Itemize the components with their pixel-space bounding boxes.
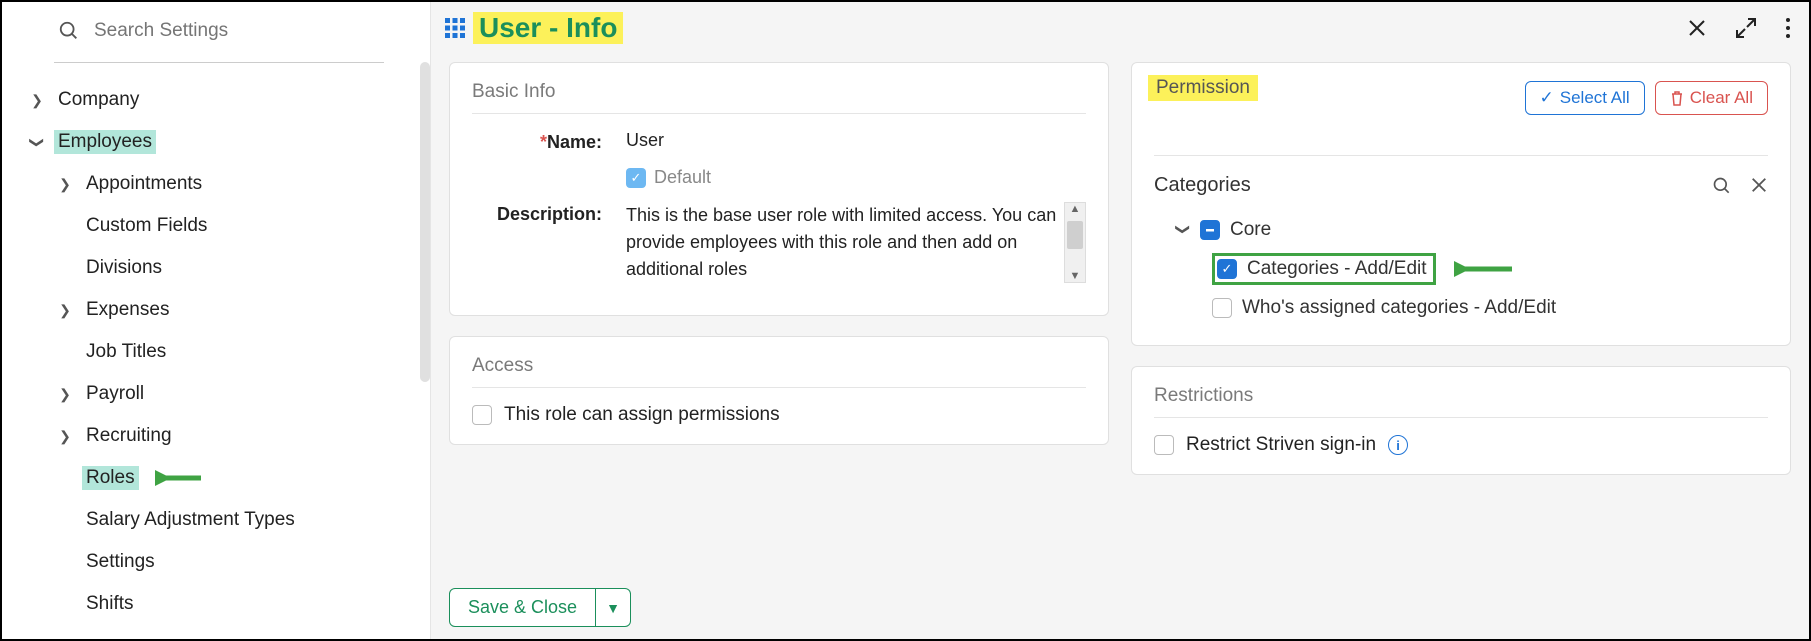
restrictions-card: Restrictions Restrict Striven sign-in i — [1131, 366, 1791, 475]
tree-label: Company — [54, 88, 143, 112]
description-value[interactable]: This is the base user role with limited … — [626, 202, 1058, 283]
card-title: Access — [472, 355, 1086, 377]
card-title: Basic Info — [472, 81, 1086, 103]
restrict-signin-checkbox[interactable] — [1154, 435, 1174, 455]
perm-close-icon[interactable] — [1750, 176, 1768, 196]
tree-salary-adj[interactable]: Salary Adjustment Types — [2, 499, 430, 541]
check-icon: ✓ — [1540, 88, 1554, 108]
save-dropdown-button[interactable]: ▼ — [596, 588, 631, 627]
annotation-arrow-icon — [1454, 259, 1514, 279]
chevron-right-icon: ❯ — [56, 302, 74, 319]
assign-perm-checkbox[interactable] — [472, 405, 492, 425]
chevron-right-icon: ❯ — [56, 386, 74, 403]
more-icon[interactable] — [1785, 17, 1791, 39]
tree-divisions[interactable]: Divisions — [2, 247, 430, 289]
perm-node-who-assigned[interactable]: Who's assigned categories - Add/Edit — [1212, 291, 1768, 325]
page-title: User - Info — [473, 12, 623, 44]
name-value[interactable]: User — [626, 130, 1086, 151]
tree-shifts[interactable]: Shifts — [2, 583, 430, 625]
who-assigned-checkbox[interactable] — [1212, 298, 1232, 318]
tree-expenses[interactable]: ❯ Expenses — [2, 289, 430, 331]
scroll-down-icon[interactable]: ▼ — [1070, 270, 1081, 282]
annotation-arrow-icon — [155, 468, 203, 488]
save-close-button[interactable]: Save & Close — [449, 588, 596, 627]
search-box[interactable] — [40, 16, 420, 52]
description-label: Description: — [472, 202, 602, 225]
assign-perm-label: This role can assign permissions — [504, 404, 780, 426]
sidebar-scrollbar[interactable] — [420, 62, 430, 382]
name-label: *Name: — [472, 130, 602, 153]
tree-custom-fields[interactable]: Custom Fields — [2, 205, 430, 247]
categories-label: Categories — [1154, 174, 1251, 197]
close-icon[interactable] — [1687, 18, 1707, 38]
tree-label: Employees — [54, 130, 156, 154]
chevron-right-icon: ❯ — [56, 428, 74, 445]
tree-appointments[interactable]: ❯ Appointments — [2, 163, 430, 205]
expand-icon[interactable] — [1735, 17, 1757, 39]
card-title: Permission — [1148, 75, 1258, 101]
tree-job-titles[interactable]: Job Titles — [2, 331, 430, 373]
access-card: Access This role can assign permissions — [449, 336, 1109, 445]
perm-node-core[interactable]: ❯ Core — [1176, 213, 1768, 247]
restrict-signin-label: Restrict Striven sign-in — [1186, 434, 1376, 456]
grid-icon[interactable] — [443, 16, 467, 40]
default-label: Default — [654, 167, 711, 188]
chevron-right-icon: ❯ — [28, 92, 46, 109]
chevron-right-icon: ❯ — [56, 176, 74, 193]
scroll-up-icon[interactable]: ▲ — [1070, 203, 1081, 215]
permission-card: Permission ✓ Select All Clear All — [1131, 62, 1791, 346]
info-icon[interactable]: i — [1388, 435, 1408, 455]
perm-node-categories-addedit[interactable]: ✓ Categories - Add/Edit — [1212, 247, 1768, 291]
perm-search-icon[interactable] — [1712, 176, 1732, 196]
core-checkbox[interactable] — [1200, 220, 1220, 240]
default-checkbox[interactable]: ✓ — [626, 168, 646, 188]
tree-roles[interactable]: Roles — [2, 457, 430, 499]
tree-employees[interactable]: ❯ Employees — [2, 121, 430, 163]
chevron-down-icon: ❯ — [29, 133, 46, 151]
tree-payroll[interactable]: ❯ Payroll — [2, 373, 430, 415]
search-input[interactable] — [94, 20, 400, 42]
settings-tree: ❯ Company ❯ Employees ❯ Appointments Cus… — [2, 71, 430, 625]
card-title: Restrictions — [1154, 385, 1768, 407]
tree-company[interactable]: ❯ Company — [2, 79, 430, 121]
select-all-button[interactable]: ✓ Select All — [1525, 81, 1645, 115]
trash-icon — [1670, 90, 1684, 106]
basic-info-card: Basic Info *Name: User ✓ Default Descrip… — [449, 62, 1109, 316]
categories-addedit-checkbox[interactable]: ✓ — [1217, 259, 1237, 279]
search-icon — [58, 20, 80, 42]
chevron-down-icon: ❯ — [1175, 223, 1192, 237]
tree-recruiting[interactable]: ❯ Recruiting — [2, 415, 430, 457]
description-scrollbar[interactable]: ▲ ▼ — [1064, 202, 1086, 283]
clear-all-button[interactable]: Clear All — [1655, 81, 1768, 115]
tree-settings[interactable]: Settings — [2, 541, 430, 583]
